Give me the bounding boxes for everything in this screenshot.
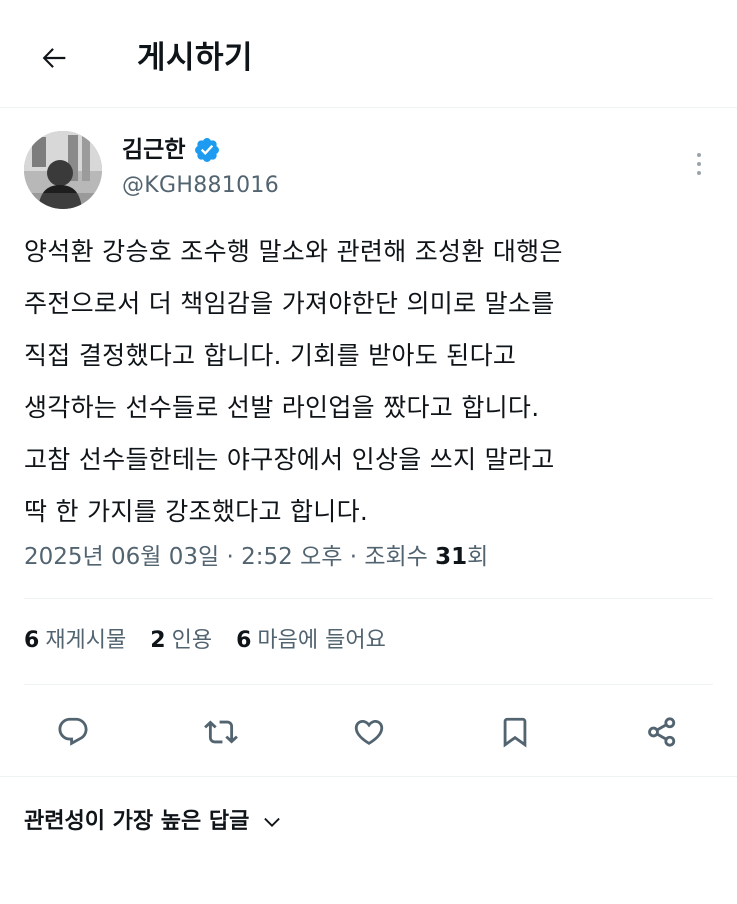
share-button[interactable] (640, 710, 684, 754)
divider (24, 684, 713, 685)
arrow-left-icon (42, 48, 66, 68)
back-button[interactable] (30, 34, 78, 82)
engagement-stats: 6 재게시물 2 인용 6 마음에 들어요 (24, 619, 386, 663)
replies-sort-label: 관련성이 가장 높은 답글 (24, 809, 250, 834)
views-label: 조회수 (364, 544, 428, 570)
more-dot-icon (697, 153, 701, 157)
tweet-line: 주전으로서 더 책임감을 가져야한단 의미로 말소를 (24, 289, 555, 318)
views-unit: 회 (467, 544, 489, 570)
divider (24, 598, 713, 599)
action-bar (0, 700, 737, 764)
tweet-text: 양석환 강승호 조수행 말소와 관련해 조성환 대행은 주전으로서 더 책임감을… (24, 226, 714, 538)
likes-label: 마음에 들어요 (257, 628, 386, 653)
reply-button[interactable] (51, 710, 95, 754)
repost-button[interactable] (199, 710, 243, 754)
like-icon (354, 719, 384, 745)
reposts-count: 6 (24, 628, 40, 653)
avatar[interactable] (24, 131, 102, 209)
reposts-stat[interactable]: 6 재게시물 (24, 619, 126, 663)
verified-badge-icon (195, 138, 220, 162)
divider (0, 776, 737, 777)
likes-count: 6 (236, 628, 252, 653)
tweet-line: 딱 한 가지를 강조했다고 합니다. (24, 497, 369, 526)
tweet-date[interactable]: 2025년 06월 03일 (24, 544, 219, 570)
share-icon (648, 717, 676, 747)
top-bar: 게시하기 (0, 0, 737, 108)
tweet-line: 직접 결정했다고 합니다. 기회를 받아도 된다고 (24, 341, 517, 370)
like-button[interactable] (347, 710, 391, 754)
more-options-button[interactable] (682, 144, 716, 184)
views-count: 31 (435, 544, 468, 570)
author-name[interactable]: 김근한 (122, 133, 185, 167)
more-dot-icon (697, 171, 701, 175)
reposts-label: 재게시물 (45, 628, 127, 653)
reply-icon (58, 717, 88, 746)
chevron-down-icon (264, 817, 281, 827)
likes-stat[interactable]: 6 마음에 들어요 (236, 619, 386, 663)
tweet-line: 양석환 강승호 조수행 말소와 관련해 조성환 대행은 (24, 237, 563, 266)
tweet-time[interactable]: 2:52 오후 (241, 544, 342, 570)
bookmark-button[interactable] (493, 710, 537, 754)
tweet-line: 고참 선수들한테는 야구장에서 인상을 쓰지 말라고 (24, 445, 555, 474)
tweet-meta: 2025년 06월 03일 · 2:52 오후 · 조회수 31회 (24, 535, 488, 579)
repost-icon (204, 720, 238, 744)
meta-separator: · (349, 544, 358, 570)
quotes-count: 2 (150, 628, 166, 653)
quotes-stat[interactable]: 2 인용 (150, 619, 212, 663)
replies-sort-dropdown[interactable]: 관련성이 가장 높은 답글 (24, 802, 283, 842)
meta-separator: · (226, 544, 234, 570)
quotes-label: 인용 (171, 628, 213, 653)
page-title: 게시하기 (137, 40, 254, 76)
author-handle[interactable]: @KGH881016 (122, 170, 279, 202)
more-dot-icon (697, 162, 701, 166)
tweet-line: 생각하는 선수들로 선발 라인업을 짰다고 합니다. (24, 393, 540, 422)
bookmark-icon (503, 717, 527, 748)
